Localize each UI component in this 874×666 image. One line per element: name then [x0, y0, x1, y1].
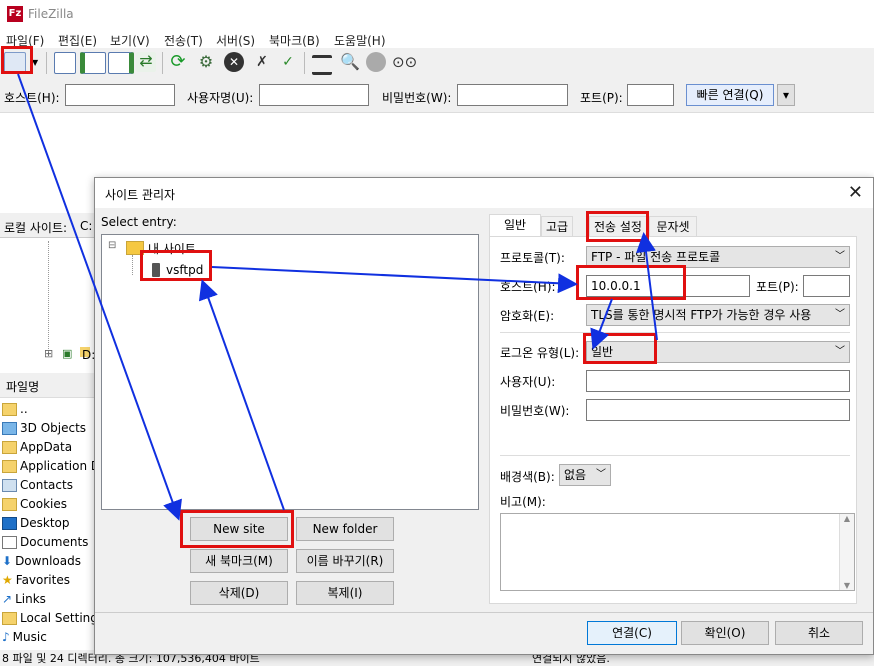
arrow-to-logon-type — [590, 298, 613, 350]
annotation-arrows — [17, 73, 658, 521]
arrow-to-vsftpd — [198, 279, 285, 511]
arrow-to-new-site — [17, 73, 182, 521]
arrow-to-host — [211, 266, 578, 294]
arrow-to-transfer-tab — [636, 232, 658, 341]
